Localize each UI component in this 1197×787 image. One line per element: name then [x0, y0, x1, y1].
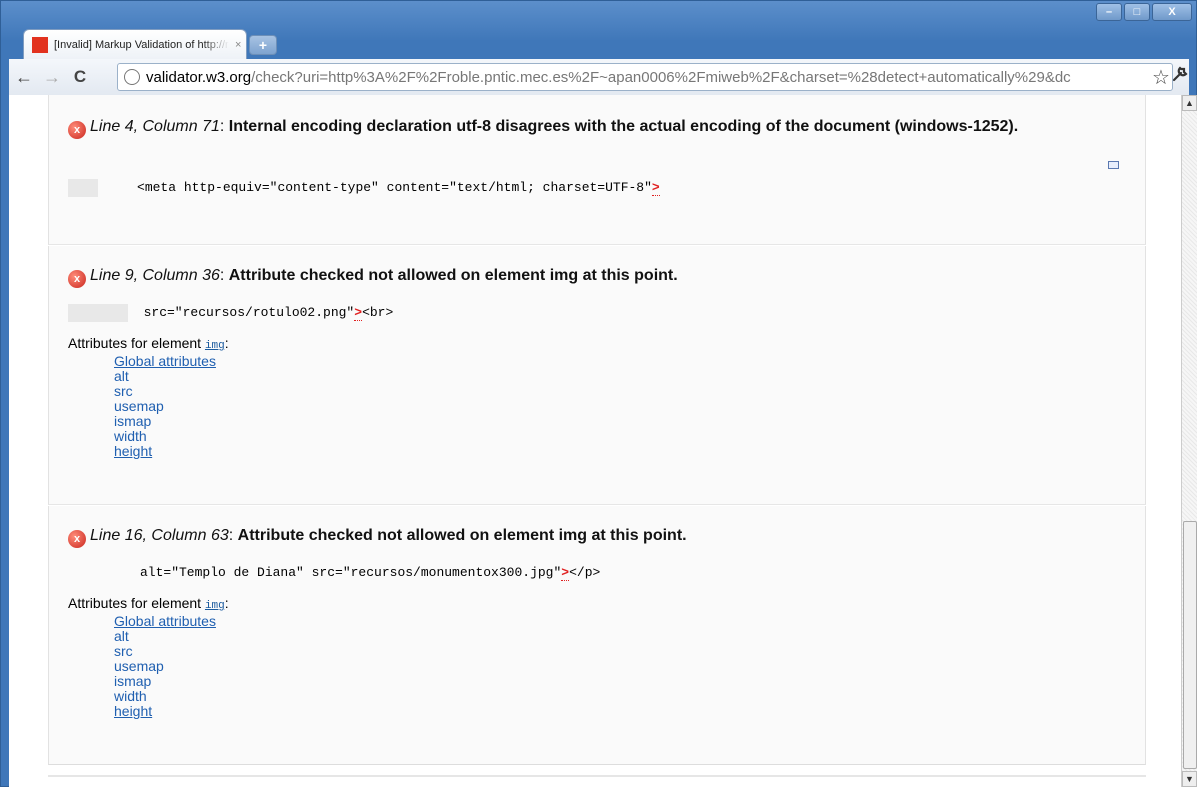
attr-link-ismap[interactable]: ismap [114, 674, 229, 689]
tab-strip: [Invalid] Markup Validation of http://ro… [1, 1, 1196, 59]
globe-icon [124, 69, 140, 85]
window-controls: – □ X [1096, 3, 1192, 21]
error-icon: x [68, 270, 86, 288]
error-heading: x Line 4, Column 71: Internal encoding de… [68, 115, 1128, 139]
source-extract: <meta http-equiv="content-type" content=… [68, 179, 660, 197]
error-icon: x [68, 530, 86, 548]
minimize-button[interactable]: – [1096, 3, 1122, 21]
browser-toolbar: ← → C validator.w3.org/check?uri=http%3A… [9, 59, 1189, 95]
error-text: Attribute checked not allowed on element… [228, 267, 678, 284]
attr-link-width[interactable]: width [114, 429, 229, 444]
scrollbar-thumb[interactable] [1183, 521, 1197, 769]
attr-link-ismap[interactable]: ismap [114, 414, 229, 429]
url-path: /check?uri=http%3A%2F%2Froble.pntic.mec.… [251, 68, 1071, 86]
source-extract: src="recursos/rotulo02.png"><br> [68, 304, 393, 322]
error-message-2: x Line 9, Column 36: Attribute checked no… [48, 246, 1146, 505]
favicon-icon [32, 36, 48, 53]
page-content: x Line 4, Column 71: Internal encoding de… [9, 95, 1181, 787]
tab-title: [Invalid] Markup Validation of http://ro… [54, 38, 229, 51]
element-attributes: Attributes for element img: Global attri… [68, 335, 229, 459]
error-message-1: x Line 4, Column 71: Internal encoding de… [48, 95, 1146, 245]
attribute-list: Global attributes alt src usemap ismap w… [114, 614, 229, 719]
attr-link-height[interactable]: height [114, 704, 229, 719]
attr-link-usemap[interactable]: usemap [114, 659, 229, 674]
address-bar[interactable]: validator.w3.org/check?uri=http%3A%2F%2F… [117, 63, 1173, 91]
attr-link-src[interactable]: src [114, 644, 229, 659]
error-text: Internal encoding declaration utf-8 disa… [228, 118, 1019, 135]
new-tab-button[interactable]: + [249, 35, 277, 55]
error-heading: x Line 9, Column 36: Attribute checked no… [68, 264, 1128, 288]
error-message-3: x Line 16, Column 63: Attribute checked n… [48, 506, 1146, 765]
error-icon: x [68, 121, 86, 139]
source-extract: alt="Templo de Diana" src="recursos/monu… [68, 564, 600, 582]
code-before: <meta http-equiv="content-type" content=… [137, 180, 652, 195]
code-before: src="recursos/rotulo02.png" [128, 305, 355, 320]
attribute-list: Global attributes alt src usemap ismap w… [114, 354, 229, 459]
scroll-up-arrow-icon[interactable]: ▲ [1182, 95, 1197, 111]
browser-window: [Invalid] Markup Validation of http://ro… [0, 0, 1197, 787]
feedback-mail-icon[interactable] [1108, 161, 1119, 169]
vertical-scrollbar[interactable]: ▲ ▼ [1181, 95, 1197, 787]
attributes-label: Attributes for element [68, 595, 202, 611]
attr-link-width[interactable]: width [114, 689, 229, 704]
code-after: </p> [569, 565, 601, 580]
attributes-label: Attributes for element [68, 335, 202, 351]
divider [48, 775, 1146, 777]
bookmark-star-icon[interactable]: ☆ [1152, 65, 1170, 90]
code-mark: > [354, 305, 363, 321]
code-before: alt="Templo de Diana" src="recursos/monu… [140, 565, 562, 580]
attr-link-src[interactable]: src [114, 384, 229, 399]
error-heading: x Line 16, Column 63: Attribute checked n… [68, 524, 1128, 548]
error-location: Line 16, Column 63 [90, 527, 229, 544]
maximize-button[interactable]: □ [1124, 3, 1150, 21]
attr-link-alt[interactable]: alt [114, 629, 229, 644]
attr-link-global[interactable]: Global attributes [114, 354, 229, 369]
url-text[interactable]: validator.w3.org/check?uri=http%3A%2F%2F… [146, 69, 1150, 86]
code-mark: > [651, 180, 660, 196]
tab-validator[interactable]: [Invalid] Markup Validation of http://ro… [23, 29, 247, 59]
error-text: Attribute checked not allowed on element… [237, 527, 687, 544]
error-location: Line 4, Column 71 [90, 118, 220, 135]
attr-link-global[interactable]: Global attributes [114, 614, 229, 629]
forward-button[interactable]: → [39, 64, 65, 90]
element-link[interactable]: img [205, 340, 225, 352]
code-after: <br> [362, 305, 394, 320]
attr-link-usemap[interactable]: usemap [114, 399, 229, 414]
code-mark: > [561, 565, 570, 581]
element-attributes: Attributes for element img: Global attri… [68, 595, 229, 719]
element-link[interactable]: img [205, 600, 225, 612]
error-location: Line 9, Column 36 [90, 267, 220, 284]
close-tab-icon[interactable]: × [235, 39, 241, 51]
url-host: validator.w3.org [146, 68, 252, 86]
scroll-down-arrow-icon[interactable]: ▼ [1182, 771, 1197, 787]
close-window-button[interactable]: X [1152, 3, 1192, 21]
attr-link-alt[interactable]: alt [114, 369, 229, 384]
attr-link-height[interactable]: height [114, 444, 229, 459]
wrench-icon[interactable] [1171, 65, 1189, 88]
reload-button[interactable]: C [67, 64, 93, 90]
back-button[interactable]: ← [11, 64, 37, 90]
